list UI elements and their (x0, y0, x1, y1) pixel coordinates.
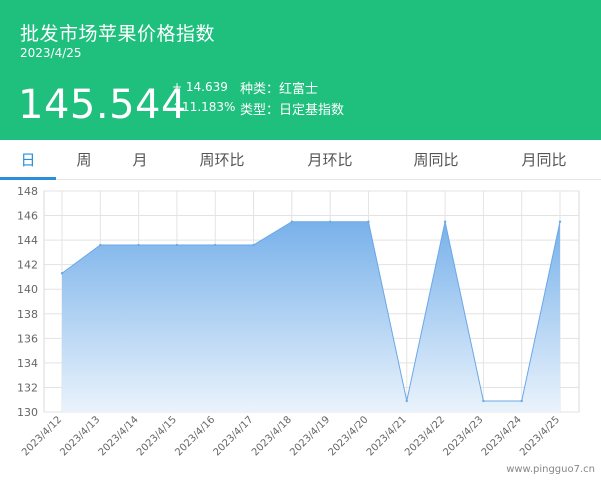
y-tick-label: 142 (17, 259, 38, 272)
price-value: 145.544 (18, 82, 187, 128)
y-tick-label: 138 (17, 308, 38, 321)
chart-svg: 1301321341361381401421441461482023/4/122… (17, 185, 580, 458)
y-tick-label: 136 (17, 332, 38, 345)
x-tick-label: 2023/4/24 (480, 414, 524, 458)
data-point (482, 399, 485, 403)
x-tick-label: 2023/4/15 (135, 414, 179, 458)
change-percent: ↑11.183% (172, 100, 236, 114)
data-point (60, 272, 64, 275)
data-point (99, 243, 102, 247)
index-type-label: 类型：日定基指数 (240, 103, 345, 118)
tab-month-over-month[interactable]: 月环比 (294, 140, 366, 180)
period-tabs: 日 周 月 周环比 月环比 周同比 月同比 (0, 140, 601, 180)
x-tick-label: 2023/4/13 (58, 414, 102, 458)
x-tick-label: 2023/4/17 (212, 414, 256, 458)
area-fill (62, 221, 560, 412)
tab-month-year-over-year[interactable]: 月同比 (508, 140, 580, 180)
variety-label: 种类：红富士 (240, 82, 319, 97)
y-tick-label: 134 (17, 357, 38, 370)
watermark: www.pingguo7.cn (506, 464, 595, 475)
y-tick-label: 144 (17, 234, 38, 247)
y-tick-label: 140 (17, 283, 38, 296)
tab-week[interactable]: 周 (66, 140, 102, 180)
data-point (405, 399, 408, 403)
y-tick-label: 132 (17, 381, 38, 394)
x-tick-label: 2023/4/16 (173, 414, 217, 458)
x-tick-label: 2023/4/18 (250, 414, 294, 458)
page-title: 批发市场苹果价格指数 (20, 23, 216, 45)
y-tick-label: 146 (17, 210, 38, 223)
x-tick-label: 2023/4/12 (20, 414, 64, 458)
tab-day[interactable]: 日 (10, 140, 46, 180)
y-tick-label: 130 (17, 406, 38, 419)
data-point (443, 220, 447, 223)
x-tick-label: 2023/4/20 (327, 414, 371, 458)
data-point (252, 243, 255, 247)
change-absolute: + 14.639 (172, 80, 228, 94)
data-point (214, 243, 217, 247)
x-tick-label: 2023/4/19 (288, 414, 332, 458)
price-chart: 130 132 134 136 138 140 142 144 146 148 2023/4/12 2… (0, 180, 601, 482)
data-point (290, 220, 294, 223)
data-point (175, 243, 179, 247)
data-point (367, 220, 370, 223)
tab-week-over-week[interactable]: 周环比 (186, 140, 258, 180)
date-label: 2023/4/25 (20, 46, 82, 60)
data-point (520, 399, 523, 403)
header-panel: 批发市场苹果价格指数 2023/4/25 145.544 + 14.639 ↑1… (0, 0, 601, 140)
x-tick-label: 2023/4/25 (518, 414, 562, 458)
data-point (328, 220, 332, 223)
y-tick-label: 148 (17, 185, 38, 198)
x-tick-label: 2023/4/21 (365, 414, 409, 458)
tab-month[interactable]: 月 (122, 140, 158, 180)
x-tick-label: 2023/4/14 (97, 414, 141, 458)
x-tick-label: 2023/4/23 (441, 414, 485, 458)
data-point (558, 220, 562, 223)
data-point (137, 243, 140, 247)
tab-week-year-over-year[interactable]: 周同比 (400, 140, 472, 180)
x-tick-label: 2023/4/22 (403, 414, 447, 458)
